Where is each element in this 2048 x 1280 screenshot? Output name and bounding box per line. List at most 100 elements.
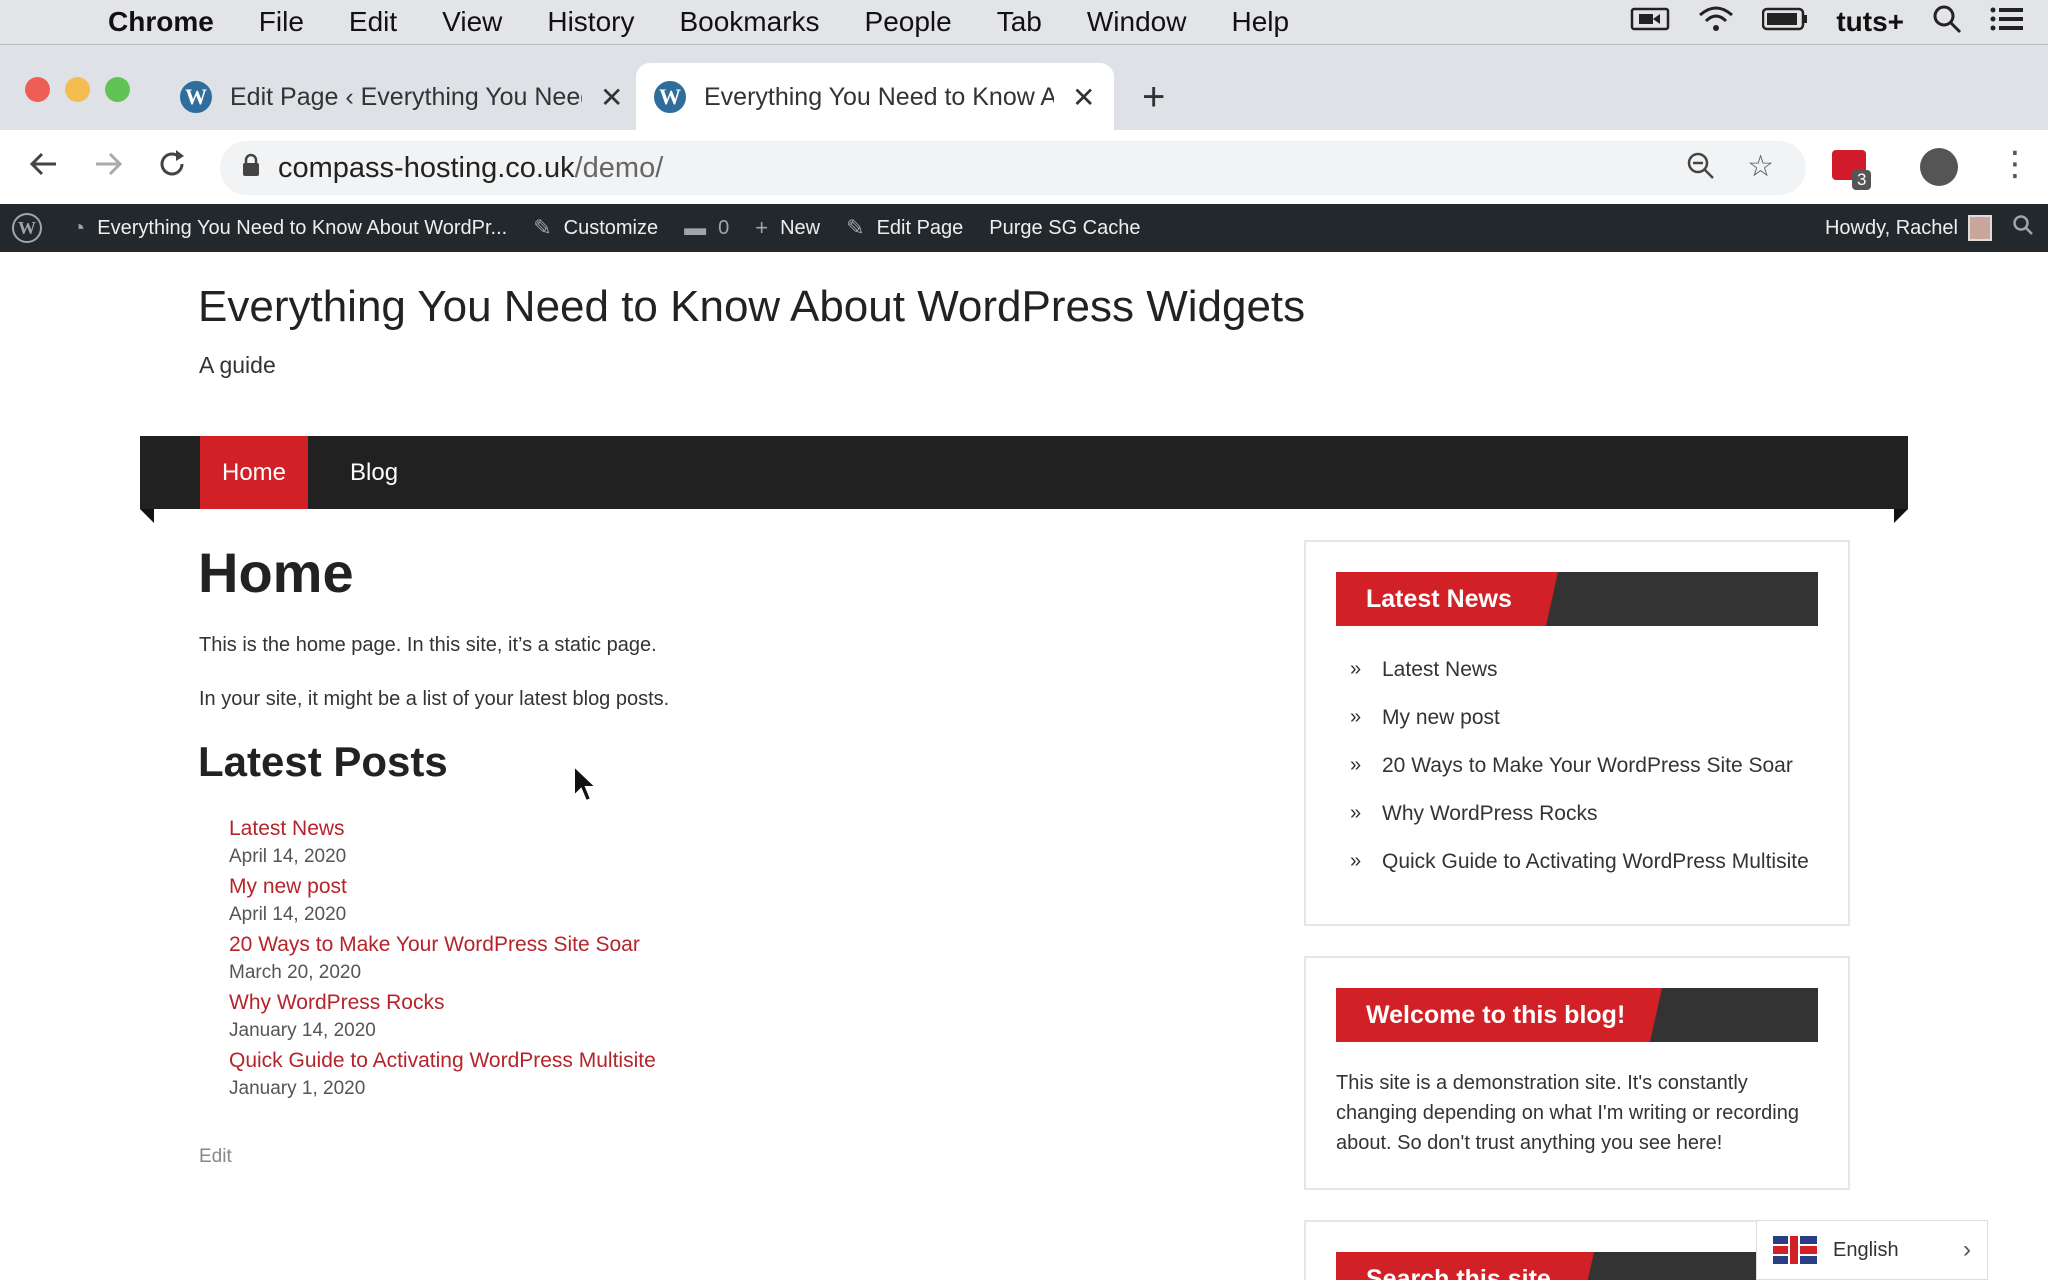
nav-home[interactable]: Home (200, 436, 308, 509)
comments-count: 0 (718, 216, 730, 239)
extension-badge: 3 (1852, 170, 1872, 190)
screen-record-icon[interactable] (1630, 6, 1670, 39)
admin-comments[interactable]: ▬ 0 (684, 215, 729, 241)
page-title: Home (198, 541, 354, 604)
menu-bookmarks[interactable]: Bookmarks (679, 6, 819, 38)
admin-site-name[interactable]: ◔ Everything You Need to Know About Word… (72, 215, 507, 241)
admin-howdy[interactable]: Howdy, Rachel (1825, 217, 1958, 240)
news-link[interactable]: 20 Ways to Make Your WordPress Site Soar (1382, 754, 1793, 778)
plus-icon: + (755, 215, 769, 240)
admin-edit-page-label: Edit Page (876, 216, 964, 239)
edit-link[interactable]: Edit (199, 1146, 232, 1168)
news-link[interactable]: My new post (1382, 706, 1500, 730)
address-bar[interactable]: compass-hosting.co.uk/demo/ ☆ (220, 141, 1806, 195)
admin-new-label: New (780, 216, 821, 239)
welcome-text: This site is a demonstration site. It's … (1336, 1072, 1799, 1154)
menu-people[interactable]: People (865, 6, 952, 38)
latest-posts-list: Latest News April 14, 2020 My new post A… (229, 815, 829, 1105)
widget-title: Latest News (1336, 572, 1558, 626)
comment-bubble-icon: ▬ (684, 215, 707, 240)
post-date: January 14, 2020 (229, 1020, 376, 1041)
intro-paragraph: This is the home page. In this site, it’… (199, 634, 657, 656)
post-link[interactable]: Latest News (229, 815, 829, 843)
wordpress-favicon-icon: W (180, 81, 212, 113)
double-chevron-icon: » (1350, 706, 1362, 728)
spotlight-search-icon[interactable] (1932, 4, 1962, 41)
nav-fold-left (140, 509, 154, 523)
menu-help[interactable]: Help (1231, 6, 1289, 38)
back-arrow-icon[interactable] (28, 148, 60, 189)
primary-navigation: Home Blog (140, 436, 1908, 523)
tab-close-icon[interactable]: ✕ (600, 81, 623, 114)
browser-tab-strip: W Edit Page ‹ Everything You Need to Kno… (0, 44, 2048, 131)
admin-new[interactable]: + New (755, 215, 820, 241)
battery-icon[interactable] (1762, 6, 1808, 38)
new-tab-plus-icon[interactable]: + (1142, 75, 1165, 120)
widget-title: Welcome to this blog! (1336, 988, 1662, 1042)
wordpress-favicon-icon: W (654, 81, 686, 113)
intro-paragraph-2: In your site, it might be a list of your… (199, 688, 670, 710)
site-title[interactable]: Everything You Need to Know About WordPr… (198, 282, 1305, 332)
language-switcher[interactable]: English › (1756, 1220, 1988, 1280)
admin-edit-page[interactable]: ✎ Edit Page (846, 215, 963, 241)
window-zoom-button[interactable] (105, 77, 130, 102)
post-link[interactable]: 20 Ways to Make Your WordPress Site Soar (229, 931, 829, 959)
menu-tab[interactable]: Tab (997, 6, 1042, 38)
double-chevron-icon: » (1350, 802, 1362, 824)
reload-icon[interactable] (156, 148, 188, 189)
language-label: English (1833, 1238, 1899, 1261)
post-link[interactable]: My new post (229, 873, 829, 901)
admin-customize[interactable]: ✎ Customize (533, 215, 658, 241)
post-date: April 14, 2020 (229, 846, 347, 867)
latest-posts-heading: Latest Posts (198, 738, 448, 785)
news-link[interactable]: Quick Guide to Activating WordPress Mult… (1382, 850, 1809, 874)
menu-file[interactable]: File (259, 6, 304, 38)
wordpress-logo-icon[interactable]: W (12, 213, 42, 243)
url-path: /demo/ (574, 151, 664, 184)
widget-title-bar: Search this site (1336, 1252, 1818, 1280)
dashboard-icon: ◔ (72, 215, 86, 240)
user-avatar[interactable] (1968, 215, 1992, 241)
wifi-icon[interactable] (1698, 5, 1734, 40)
notification-list-icon[interactable] (1990, 6, 2024, 39)
list-item: 20 Ways to Make Your WordPress Site Soar… (229, 931, 829, 989)
post-link[interactable]: Why WordPress Rocks (229, 989, 829, 1017)
post-date: January 1, 2020 (229, 1078, 366, 1099)
menu-view[interactable]: View (442, 6, 502, 38)
window-minimize-button[interactable] (65, 77, 90, 102)
news-link[interactable]: Latest News (1382, 658, 1498, 682)
lock-icon[interactable] (242, 153, 260, 184)
list-item: » Latest News (1350, 658, 1809, 706)
list-item: » 20 Ways to Make Your WordPress Site Soa… (1350, 754, 1809, 802)
chevron-right-icon: › (1963, 1236, 1971, 1263)
menu-window[interactable]: Window (1087, 6, 1187, 38)
more-menu-icon[interactable]: ⋮ (1998, 144, 2032, 184)
widget-title: Search this site (1336, 1252, 1594, 1280)
window-close-button[interactable] (25, 77, 50, 102)
zoom-icon[interactable] (1686, 151, 1716, 188)
nav-blog[interactable]: Blog (330, 436, 418, 509)
menu-app-name[interactable]: Chrome (108, 6, 214, 38)
tab-edit-page[interactable]: W Edit Page ‹ Everything You Need to Kno… (162, 63, 641, 131)
macos-menu-bar: Chrome File Edit View History Bookmarks … (0, 0, 2048, 44)
profile-avatar-icon[interactable] (1920, 148, 1958, 186)
bookmark-star-icon[interactable]: ☆ (1747, 149, 1774, 184)
brush-icon: ✎ (533, 215, 552, 240)
tab-site-active[interactable]: W Everything You Need to Know About Word… (636, 63, 1114, 131)
menu-history[interactable]: History (547, 6, 634, 38)
tray-label[interactable]: tuts+ (1836, 6, 1904, 38)
pencil-icon: ✎ (846, 215, 865, 240)
news-link[interactable]: Why WordPress Rocks (1382, 802, 1598, 826)
forward-arrow-icon[interactable] (92, 148, 124, 189)
tab-close-icon[interactable]: ✕ (1072, 81, 1095, 114)
admin-search-icon[interactable] (2012, 214, 2034, 242)
admin-purge-cache[interactable]: Purge SG Cache (989, 217, 1140, 240)
latest-news-list: » Latest News » My new post » 20 Ways to Ma… (1350, 658, 1809, 898)
nav-fold-right (1894, 509, 1908, 523)
post-link[interactable]: Quick Guide to Activating WordPress Mult… (229, 1047, 829, 1075)
tab-title: Everything You Need to Know About WordPr… (704, 82, 1054, 111)
widget-title-bar: Welcome to this blog! (1336, 988, 1818, 1042)
uk-flag-icon (1773, 1236, 1817, 1264)
widget-title-bar: Latest News (1336, 572, 1818, 626)
menu-edit[interactable]: Edit (349, 6, 397, 38)
